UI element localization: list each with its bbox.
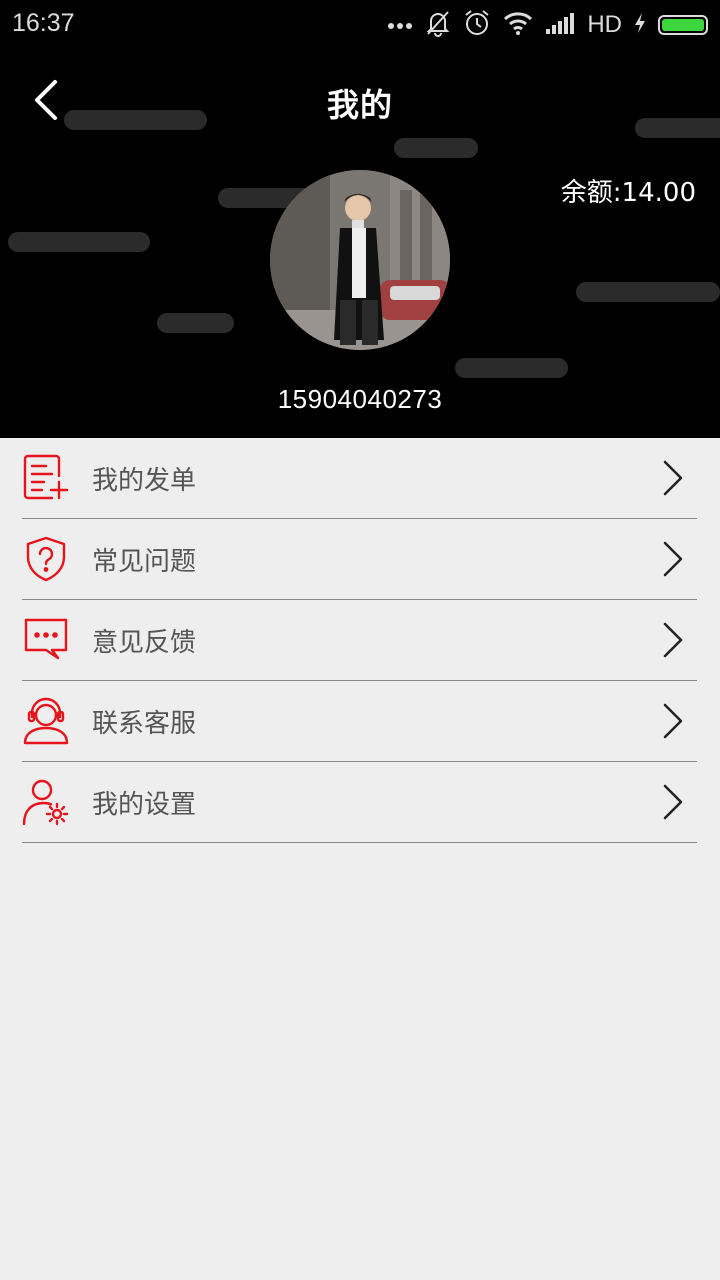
menu-item-customer-service[interactable]: 联系客服 [22, 681, 697, 762]
menu-item-my-orders[interactable]: 我的发单 [22, 438, 697, 519]
chevron-right-icon [663, 622, 683, 658]
chevron-right-icon [663, 541, 683, 577]
page-title: 我的 [326, 86, 393, 124]
decorative-streak [8, 232, 150, 252]
charging-icon [634, 12, 646, 38]
chevron-right-icon [663, 784, 683, 820]
status-icons: HD [387, 8, 708, 42]
menu-item-feedback[interactable]: 意见反馈 [22, 600, 697, 681]
menu-item-label: 意见反馈 [92, 627, 197, 658]
menu-item-label: 常见问题 [92, 546, 197, 577]
battery-fill [662, 19, 704, 31]
balance-text: 余额:14.00 [560, 178, 696, 208]
screen: 16:37 HD 我的 余额:14.00 15904040273 我的发单 常见… [0, 0, 720, 1280]
decorative-streak [394, 138, 478, 158]
menu-item-label: 我的发单 [92, 465, 197, 496]
headset-agent-icon [22, 697, 70, 745]
order-add-icon [22, 454, 70, 502]
menu-item-label: 我的设置 [92, 789, 197, 820]
alarm-icon [463, 9, 491, 41]
phone-number: 15904040273 [277, 384, 443, 414]
avatar[interactable] [270, 170, 450, 350]
question-shield-icon [22, 535, 70, 583]
user-settings-icon [22, 778, 70, 826]
menu-item-label: 联系客服 [92, 708, 197, 739]
menu-list: 我的发单 常见问题 意见反馈 联系客服 我的设置 [22, 438, 697, 843]
chevron-right-icon [663, 460, 683, 496]
battery-icon [658, 15, 708, 35]
signal-icon [545, 11, 575, 39]
profile-header: 我的 余额:14.00 15904040273 [0, 50, 720, 438]
chat-feedback-icon [22, 616, 70, 664]
decorative-streak [576, 282, 720, 302]
menu-item-settings[interactable]: 我的设置 [22, 762, 697, 843]
chevron-right-icon [663, 703, 683, 739]
network-type: HD [587, 11, 622, 38]
avatar-photo [270, 170, 450, 350]
menu-item-faq[interactable]: 常见问题 [22, 519, 697, 600]
decorative-streak [455, 358, 568, 378]
wifi-icon [503, 11, 533, 39]
decorative-streak [157, 313, 234, 333]
status-time: 16:37 [12, 9, 75, 37]
more-dots-icon [387, 16, 413, 35]
mute-bell-icon [425, 9, 451, 41]
status-bar: 16:37 HD [0, 0, 720, 50]
